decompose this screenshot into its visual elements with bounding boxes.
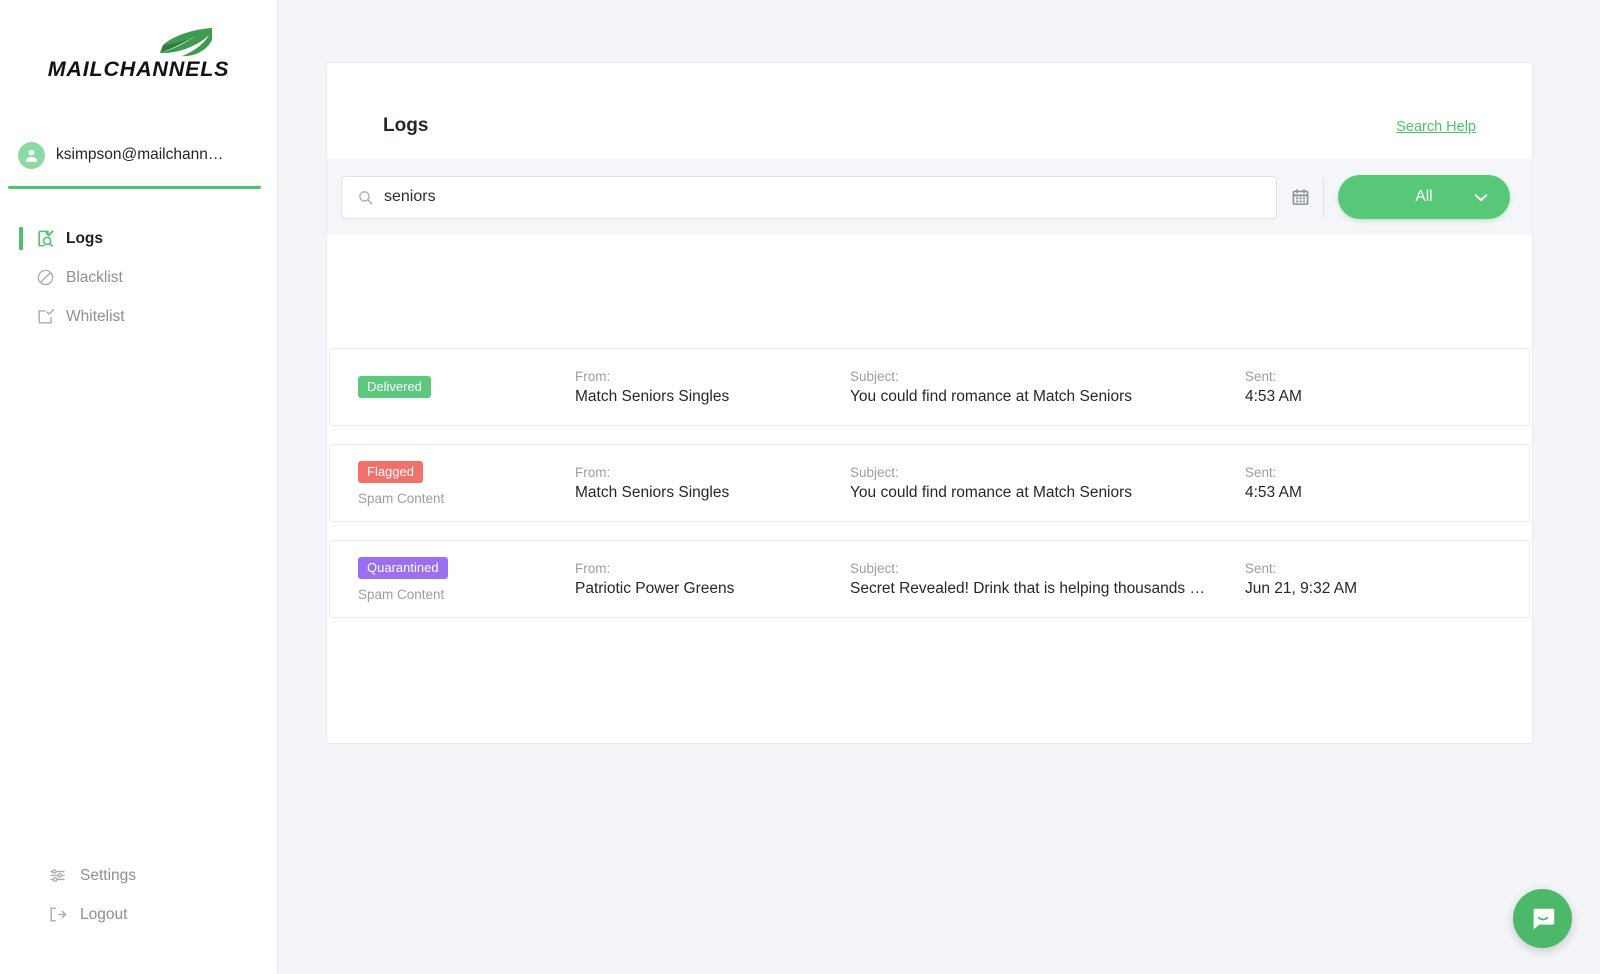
sidebar: MAILCHANNELS ksimpson@mailchann… Logs Bl… bbox=[0, 0, 278, 974]
panel-header: Logs Search Help bbox=[327, 63, 1532, 137]
sidebar-item-settings[interactable]: Settings bbox=[0, 856, 277, 895]
status-reason: Spam Content bbox=[358, 490, 445, 506]
search-help-link[interactable]: Search Help bbox=[1396, 119, 1476, 135]
box-check-icon bbox=[38, 309, 55, 324]
row-from-cell: From: Match Seniors Singles bbox=[575, 465, 850, 502]
sidebar-item-logs[interactable]: Logs bbox=[0, 219, 277, 258]
sidebar-item-blacklist[interactable]: Blacklist bbox=[0, 258, 277, 297]
subject-value: You could find romance at Match Seniors bbox=[850, 483, 1133, 501]
from-label: From: bbox=[575, 368, 611, 384]
subject-value: Secret Revealed! Drink that is helping t… bbox=[850, 579, 1205, 597]
main-content: Logs Search Help seniors All Delivered F… bbox=[278, 0, 1600, 974]
page-title: Logs bbox=[383, 115, 429, 136]
status-badge: Flagged bbox=[358, 460, 423, 483]
row-status-cell: Flagged Spam Content bbox=[330, 460, 575, 506]
from-value: Match Seniors Singles bbox=[575, 483, 730, 501]
status-badge: Quarantined bbox=[358, 556, 448, 579]
status-reason: Spam Content bbox=[358, 586, 445, 602]
sidebar-item-logout[interactable]: Logout bbox=[0, 895, 277, 934]
row-sent-cell: Sent: 4:53 AM bbox=[1245, 465, 1460, 502]
row-status-cell: Quarantined Spam Content bbox=[330, 556, 575, 602]
search-input[interactable] bbox=[384, 188, 1261, 206]
search-field-wrapper[interactable] bbox=[341, 175, 1277, 219]
row-subject-cell: Subject: You could find romance at Match… bbox=[850, 465, 1245, 502]
row-from-cell: From: Match Seniors Singles bbox=[575, 369, 850, 406]
log-list: Delivered From: Match Seniors Singles Su… bbox=[327, 348, 1532, 618]
user-account[interactable]: ksimpson@mailchann… bbox=[0, 138, 277, 172]
from-label: From: bbox=[575, 464, 611, 480]
toolbar-divider bbox=[1323, 177, 1324, 217]
logs-search-icon bbox=[38, 230, 54, 247]
user-email: ksimpson@mailchann… bbox=[56, 146, 224, 163]
row-status-cell: Delivered bbox=[330, 376, 575, 398]
from-label: From: bbox=[575, 560, 611, 576]
table-row[interactable]: Delivered From: Match Seniors Singles Su… bbox=[329, 348, 1530, 426]
no-entry-icon bbox=[37, 269, 54, 286]
sidebar-item-whitelist[interactable]: Whitelist bbox=[0, 297, 277, 336]
search-toolbar: All bbox=[327, 159, 1532, 235]
sent-value: Jun 21, 9:32 AM bbox=[1245, 579, 1358, 597]
calendar-icon bbox=[1292, 189, 1308, 205]
user-underline-divider bbox=[8, 186, 261, 189]
sent-label: Sent: bbox=[1245, 464, 1277, 480]
search-icon bbox=[359, 190, 373, 205]
brand-logo[interactable]: MAILCHANNELS bbox=[0, 0, 277, 82]
sent-label: Sent: bbox=[1245, 368, 1277, 384]
user-avatar-icon bbox=[18, 141, 45, 169]
row-subject-cell: Subject: You could find romance at Match… bbox=[850, 369, 1245, 406]
sliders-icon bbox=[50, 869, 65, 882]
table-row[interactable]: Quarantined Spam Content From: Patriotic… bbox=[329, 540, 1530, 618]
secondary-nav: Settings Logout bbox=[0, 856, 277, 934]
sent-value: 4:53 AM bbox=[1245, 483, 1302, 501]
subject-value: You could find romance at Match Seniors bbox=[850, 387, 1133, 405]
status-filter-button[interactable]: All bbox=[1338, 175, 1510, 219]
sidebar-item-whitelist-label: Whitelist bbox=[66, 307, 125, 325]
chat-launcher-button[interactable] bbox=[1513, 889, 1572, 948]
exit-arrow-icon bbox=[50, 907, 67, 922]
subject-label: Subject: bbox=[850, 560, 899, 576]
status-badge: Delivered bbox=[358, 376, 431, 398]
sidebar-item-settings-label: Settings bbox=[80, 866, 137, 884]
table-row[interactable]: Flagged Spam Content From: Match Seniors… bbox=[329, 444, 1530, 522]
row-sent-cell: Sent: Jun 21, 9:32 AM bbox=[1245, 561, 1460, 598]
sidebar-item-blacklist-label: Blacklist bbox=[66, 268, 123, 286]
sent-value: 4:53 AM bbox=[1245, 387, 1302, 405]
row-from-cell: From: Patriotic Power Greens bbox=[575, 561, 850, 598]
primary-nav: Logs Blacklist Whitelist bbox=[0, 219, 277, 336]
brand-name: MAILCHANNELS bbox=[47, 57, 230, 81]
sidebar-item-logs-label: Logs bbox=[66, 229, 104, 247]
row-subject-cell: Subject: Secret Revealed! Drink that is … bbox=[850, 561, 1245, 598]
date-picker-button[interactable] bbox=[1277, 176, 1323, 219]
from-value: Match Seniors Singles bbox=[575, 387, 730, 405]
logs-panel: Logs Search Help seniors All Delivered F… bbox=[326, 62, 1533, 744]
chat-bubble-icon bbox=[1533, 908, 1554, 929]
app-root: MAILCHANNELS ksimpson@mailchann… Logs Bl… bbox=[0, 0, 1600, 974]
row-sent-cell: Sent: 4:53 AM bbox=[1245, 369, 1460, 406]
leaf-wing-icon bbox=[159, 28, 212, 57]
subject-label: Subject: bbox=[850, 464, 899, 480]
from-value: Patriotic Power Greens bbox=[575, 579, 735, 597]
status-filter-label: All bbox=[1415, 188, 1433, 205]
sent-label: Sent: bbox=[1245, 560, 1277, 576]
chevron-down-icon bbox=[1474, 193, 1488, 201]
subject-label: Subject: bbox=[850, 368, 899, 384]
sidebar-item-logout-label: Logout bbox=[80, 905, 128, 923]
